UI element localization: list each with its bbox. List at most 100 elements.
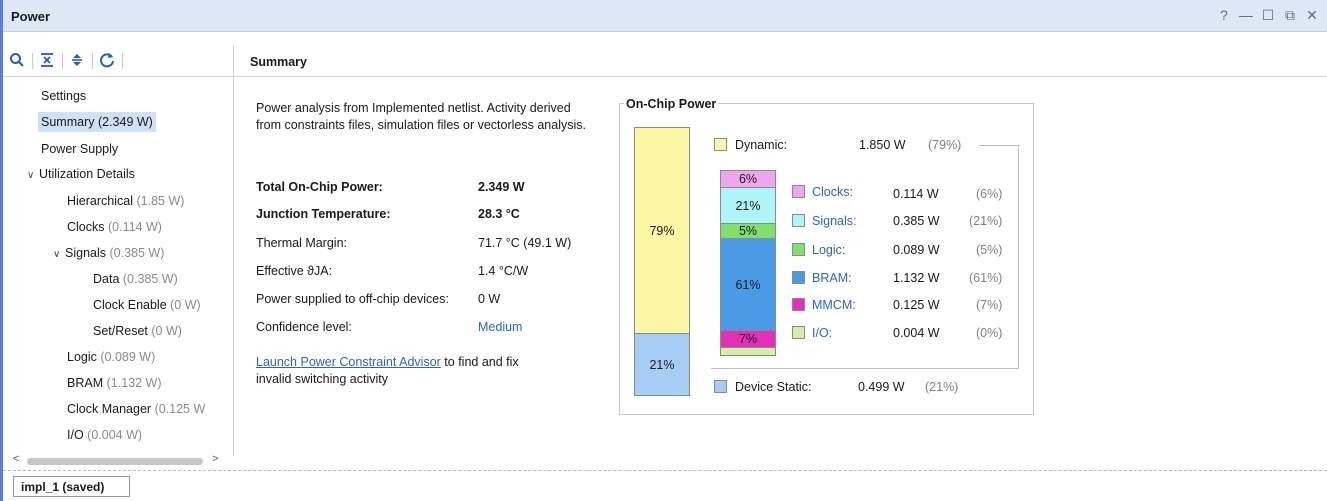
tree-item-summary[interactable]: Summary (2.349 W): [38, 112, 156, 132]
tree-item-utilization-details[interactable]: ∨ Utilization Details: [27, 164, 135, 184]
dynamic-label: Dynamic:: [735, 138, 788, 152]
device-static-value: 0.499 W: [858, 380, 905, 394]
signals-value: 0.385 W: [893, 214, 940, 228]
signals-link[interactable]: Signals:: [812, 214, 856, 228]
maximize-icon[interactable]: ☐: [1261, 7, 1275, 23]
summary-header: Summary: [234, 45, 1327, 77]
logic-link[interactable]: Logic:: [812, 243, 845, 257]
advisor-text-line2: invalid switching activity: [256, 372, 388, 386]
tree-item-label: I/O: [67, 428, 84, 442]
chevron-down-icon[interactable]: ∨: [27, 166, 39, 186]
logic-value: 0.089 W: [893, 243, 940, 257]
tree-item-label: Summary (2.349 W): [41, 115, 153, 129]
window-controls: ? — ☐ ⧉ ✕: [1217, 7, 1319, 23]
mmcm-link[interactable]: MMCM:: [812, 298, 856, 312]
signals-bar-segment: 21%: [721, 187, 775, 223]
io-value: 0.004 W: [893, 326, 940, 340]
tree-item-hierarchical[interactable]: Hierarchical (1.85 W): [67, 191, 184, 211]
tree-item-bram[interactable]: BRAM (1.132 W): [67, 373, 162, 393]
tree-item-set-reset[interactable]: Set/Reset (0 W): [93, 321, 182, 341]
signals-swatch: [792, 214, 805, 227]
mmcm-pct: (7%): [976, 298, 1003, 312]
power-constraint-advisor-link[interactable]: Launch Power Constraint Advisor: [256, 355, 441, 369]
expand-all-icon[interactable]: [68, 52, 86, 70]
divider: [3, 470, 1327, 471]
mmcm-bar-label: 7%: [738, 332, 758, 346]
search-icon[interactable]: [8, 52, 26, 70]
tree-item-label: Clocks: [67, 220, 105, 234]
total-power-bar: 79% 21%: [634, 127, 690, 396]
close-icon[interactable]: ✕: [1305, 7, 1319, 23]
tree-item-io[interactable]: I/O (0.004 W): [67, 425, 142, 445]
tree-item-label: Clock Manager: [67, 402, 152, 416]
tree-item-power-supply[interactable]: Power Supply: [41, 139, 118, 159]
tree-item-value: (0.004 W): [87, 428, 143, 442]
off-chip-power-label: Power supplied to off-chip devices:: [256, 292, 449, 306]
tree-item-clock-manager[interactable]: Clock Manager (0.125 W: [67, 399, 231, 419]
scroll-right-icon[interactable]: >: [212, 453, 218, 465]
tree-horizontal-scrollbar[interactable]: < >: [13, 453, 223, 467]
tree-item-logic[interactable]: Logic (0.089 W): [67, 347, 155, 367]
tree-item-label: Settings: [41, 89, 87, 103]
help-icon[interactable]: ?: [1217, 7, 1231, 23]
scrollbar-thumb[interactable]: [27, 458, 203, 465]
tree-item-label: BRAM: [67, 376, 104, 390]
logic-bar-segment: 5%: [721, 223, 775, 238]
tree-item-signals[interactable]: ∨ Signals (0.385 W): [53, 243, 164, 263]
device-static-pct: (21%): [925, 380, 959, 394]
confidence-value[interactable]: Medium: [478, 320, 522, 334]
effective-theta-ja-label: Effective ϑJA:: [256, 264, 333, 278]
clocks-bar-segment: 6%: [721, 171, 775, 187]
float-icon[interactable]: ⧉: [1283, 7, 1297, 23]
tree-item-value: (1.132 W): [106, 376, 162, 390]
run-tab-impl-1[interactable]: impl_1 (saved): [13, 476, 130, 497]
collapse-all-icon[interactable]: [38, 52, 56, 70]
mmcm-bar-segment: 7%: [721, 330, 775, 347]
tree-item-value: (0.125 W: [154, 402, 206, 416]
summary-header-title: Summary: [250, 55, 307, 69]
static-bar-segment: 21%: [635, 333, 689, 395]
tree-item-label: Logic: [67, 350, 97, 364]
chevron-down-icon[interactable]: ∨: [53, 245, 65, 265]
io-swatch: [792, 326, 805, 339]
effective-theta-ja-value: 1.4 °C/W: [478, 264, 529, 278]
tree-item-value: (0.089 W): [100, 350, 156, 364]
dynamic-pct: (79%): [928, 138, 962, 152]
title-bar: Power ? — ☐ ⧉ ✕: [3, 0, 1327, 32]
off-chip-power-value: 0 W: [478, 292, 501, 306]
bram-link[interactable]: BRAM:: [812, 271, 852, 285]
tree-item-value: (0.385 W): [122, 272, 178, 286]
tree-item-clock-enable[interactable]: Clock Enable (0 W): [93, 295, 201, 315]
device-static-swatch: [714, 380, 727, 393]
power-window: Power ? — ☐ ⧉ ✕ Summary Settings Summary…: [0, 0, 1327, 501]
tree-item-value: (0 W): [151, 324, 182, 338]
bram-bar-label: 61%: [735, 277, 761, 292]
dynamic-bar-label: 79%: [649, 223, 675, 238]
tree-item-value: (1.85 W): [136, 194, 185, 208]
signals-bar-label: 21%: [735, 198, 761, 213]
tree-item-label: Power Supply: [41, 142, 119, 156]
on-chip-power-title: On-Chip Power: [624, 97, 719, 111]
advisor-text: to find and fix: [440, 355, 519, 369]
tree-toolbar: [3, 45, 233, 77]
logic-pct: (5%): [976, 243, 1003, 257]
minimize-icon[interactable]: —: [1239, 7, 1253, 23]
dynamic-bar-segment: 79%: [635, 128, 689, 333]
thermal-margin-label: Thermal Margin:: [256, 236, 347, 250]
summary-description: Power analysis from Implemented netlist.…: [256, 101, 586, 132]
splitter[interactable]: [233, 45, 234, 456]
clocks-link[interactable]: Clocks:: [812, 185, 853, 199]
tree-item-settings[interactable]: Settings: [41, 86, 86, 106]
total-power-label: Total On-Chip Power:: [256, 180, 383, 194]
tree-item-clocks[interactable]: Clocks (0.114 W): [67, 217, 162, 237]
refresh-icon[interactable]: [98, 52, 116, 70]
thermal-margin-value: 71.7 °C (49.1 W): [478, 236, 572, 250]
mmcm-value: 0.125 W: [893, 298, 940, 312]
tree-item-data[interactable]: Data (0.385 W): [93, 269, 178, 289]
io-link[interactable]: I/O:: [812, 326, 832, 340]
scroll-left-icon[interactable]: <: [13, 453, 19, 465]
confidence-label: Confidence level:: [256, 320, 352, 334]
bram-swatch: [792, 271, 805, 284]
tree-item-label: Data: [93, 272, 120, 286]
junction-temp-value: 28.3 °C: [478, 207, 520, 221]
